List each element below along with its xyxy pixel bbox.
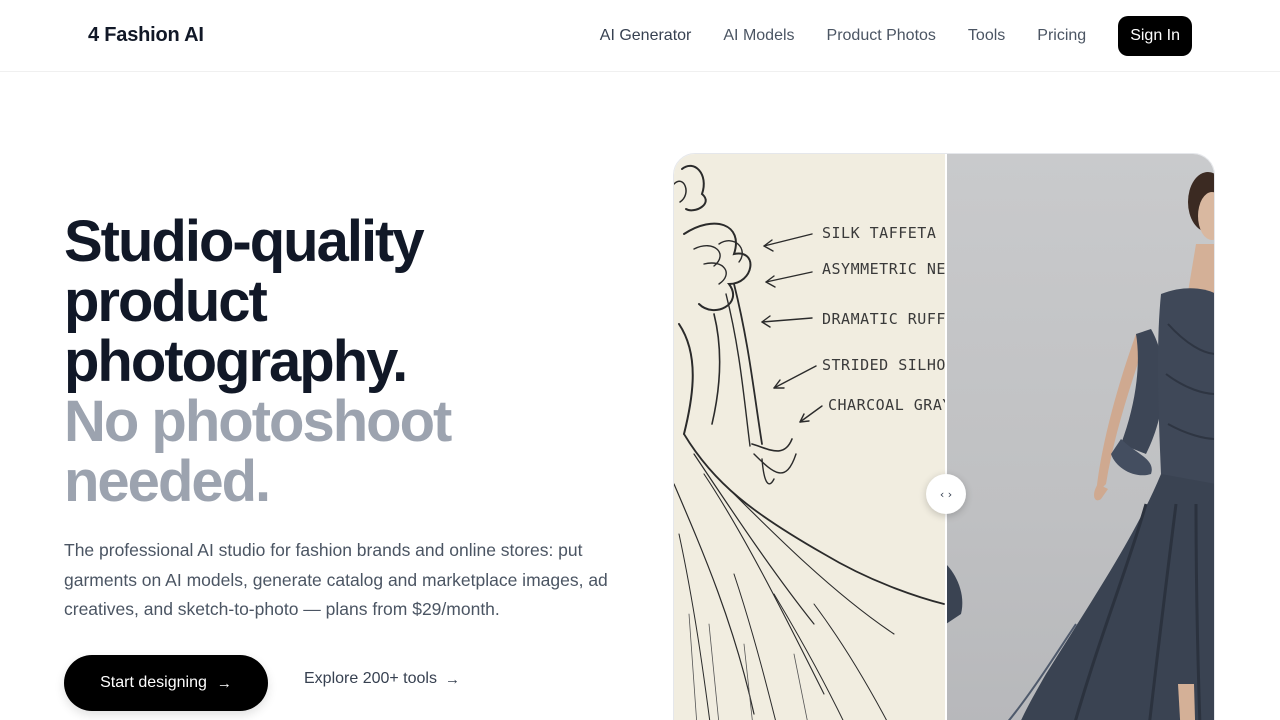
start-designing-button[interactable]: Start designing → <box>64 655 268 711</box>
nav-tools[interactable]: Tools <box>968 27 1005 45</box>
comparison-divider[interactable] <box>945 154 947 720</box>
nav-product-photos[interactable]: Product Photos <box>827 27 936 45</box>
sketch-image: SILK TAFFETA ASYMMETRIC NE DRAMATIC RUFF… <box>674 154 946 720</box>
nav-ai-models[interactable]: AI Models <box>723 27 794 45</box>
nav-pricing[interactable]: Pricing <box>1037 27 1086 45</box>
site-header: 4 Fashion AI AI Generator AI Models Prod… <box>0 0 1280 72</box>
headline-line-3: photography. <box>64 329 408 394</box>
sketch-annotation: STRIDED SILHOU <box>822 356 946 374</box>
arrow-right-icon: → <box>216 674 232 692</box>
explore-tools-label: Explore 200+ tools <box>304 670 437 687</box>
headline-line-2: product <box>64 269 268 334</box>
generated-photo <box>946 154 1214 720</box>
sign-in-button[interactable]: Sign In <box>1118 16 1192 56</box>
main-nav: AI Generator AI Models Product Photos To… <box>568 0 1192 72</box>
before-after-comparison[interactable]: SILK TAFFETA ASYMMETRIC NE DRAMATIC RUFF… <box>673 153 1215 720</box>
comparison-slider-handle[interactable]: ‹ › <box>926 474 966 514</box>
explore-tools-link[interactable]: Explore 200+ tools → <box>304 670 460 688</box>
headline-muted-line-1: No photoshoot <box>64 389 452 454</box>
sketch-annotation: ASYMMETRIC NE <box>822 260 946 278</box>
model-photo-illustration <box>946 172 1214 720</box>
hero-headline: Studio-quality product photography. No p… <box>64 212 624 512</box>
sketch-annotation: SILK TAFFETA <box>822 224 937 242</box>
sketch-annotation: CHARCOAL GRAY <box>828 396 946 414</box>
start-designing-label: Start designing <box>100 674 207 691</box>
hero-subtext: The professional AI studio for fashion b… <box>64 540 608 619</box>
arrow-right-icon: → <box>444 670 460 688</box>
nav-ai-generator[interactable]: AI Generator <box>600 27 692 45</box>
sketch-annotation: DRAMATIC RUFF <box>822 310 946 328</box>
headline-muted-line-2: needed. <box>64 449 271 514</box>
site-logo[interactable]: 4 Fashion AI <box>88 24 204 47</box>
headline-line-1: Studio-quality <box>64 209 425 274</box>
